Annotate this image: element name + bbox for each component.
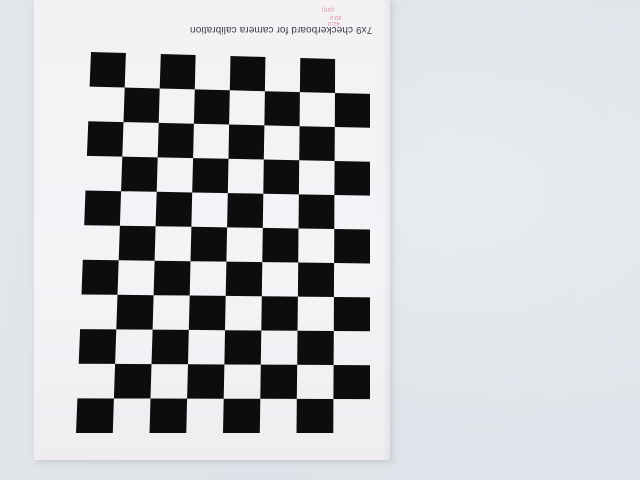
checker-square [86,121,124,157]
checker-square [297,330,334,365]
checker-square [298,194,335,229]
checker-square [153,260,191,296]
checker-square [113,363,152,399]
checker-square [193,89,230,125]
checker-square [224,330,262,365]
checker-square [192,158,229,194]
checker-square [334,161,370,196]
checker-square [149,398,188,433]
checker-square [121,156,158,192]
checker-square [299,126,335,161]
checkerboard-pattern [0,0,640,480]
checker-square [151,329,189,365]
checker-square [78,329,117,364]
checker-square [228,124,265,160]
checker-square [84,190,122,226]
checker-square [227,193,264,228]
checker-square [187,364,225,399]
checker-square [190,226,228,262]
checker-square [229,56,266,92]
checker-square [123,87,160,123]
checker-square [297,262,335,297]
checker-square [118,225,156,261]
checker-square [296,398,334,433]
checker-square [157,122,194,159]
checker-square [116,294,154,330]
checker-square [263,159,300,195]
checker-square [299,58,336,93]
checker-square [76,398,114,433]
checker-square [159,54,196,90]
photo-scene: 7x9 checkerboard for camera calibration … [0,0,640,480]
checker-square [188,295,226,331]
checker-square [261,296,298,331]
checker-square [260,364,298,399]
checker-square [223,398,261,433]
checker-square [89,52,126,88]
checker-square [333,365,370,400]
checker-square [334,229,370,264]
checker-square [264,91,300,127]
checker-square [225,261,263,297]
checker-square [333,297,370,332]
checker-square [262,227,299,263]
checkerboard-svg [76,52,370,433]
checker-square [81,259,119,295]
checker-square [155,191,193,227]
checker-square [334,93,370,128]
